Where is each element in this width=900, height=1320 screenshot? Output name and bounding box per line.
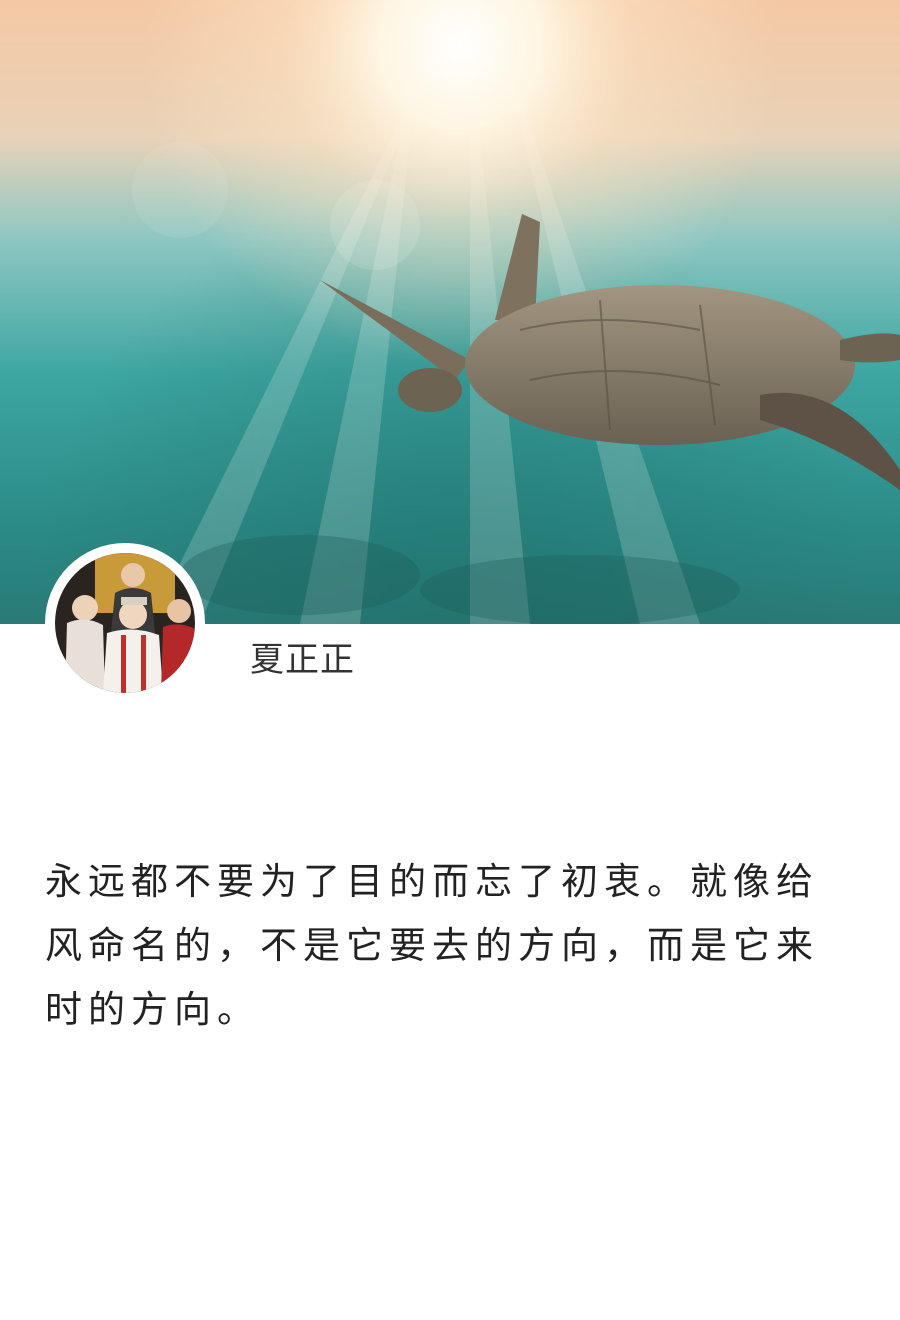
- quote-text: 永远都不要为了目的而忘了初衷。就像给风命名的，不是它要去的方向，而是它来时的方向…: [45, 860, 819, 1031]
- username[interactable]: 夏正正: [250, 638, 355, 682]
- cover-image: [0, 0, 900, 624]
- avatar[interactable]: [45, 543, 205, 703]
- sea-turtle-photo: [0, 0, 900, 624]
- avatar-photo: [55, 553, 195, 693]
